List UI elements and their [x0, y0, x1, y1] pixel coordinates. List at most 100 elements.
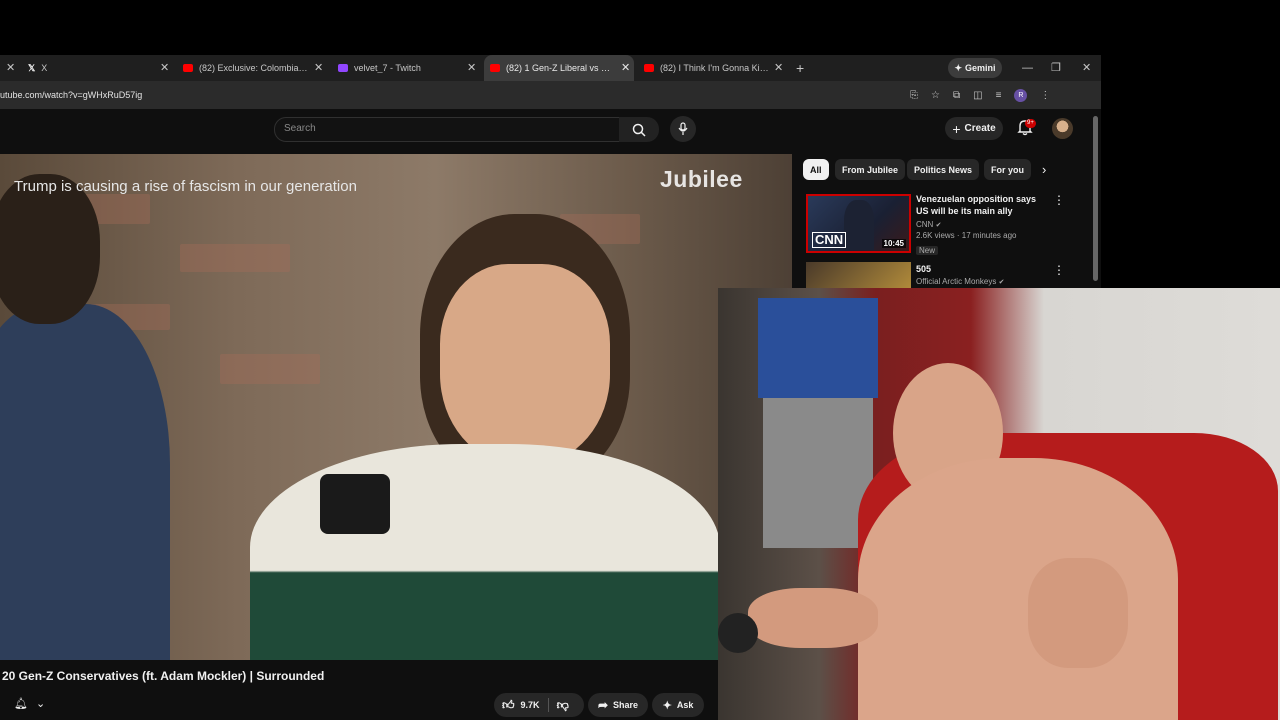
tab-youtube-kill[interactable]: (82) I Think I'm Gonna Kill Myse: [644, 55, 769, 81]
ask-button[interactable]: ✦ Ask: [652, 693, 704, 717]
create-button[interactable]: + Create: [945, 117, 1003, 140]
chevron-down-icon: ⌄: [35, 698, 46, 710]
browser-toolbar-icons: ⎘ ☆ ⧉ ◫ ≡ R ⋮: [910, 81, 1050, 109]
media-controls-icon[interactable]: ≡: [996, 90, 1002, 101]
thumbs-up-icon[interactable]: 👍︎: [502, 698, 515, 713]
like-count[interactable]: 9.7K: [521, 700, 540, 710]
chip-all[interactable]: All: [803, 159, 829, 180]
tab-twitch[interactable]: velvet_7 - Twitch: [338, 55, 463, 81]
divider: [547, 698, 549, 712]
youtube-favicon-icon: [644, 64, 654, 72]
tab-label: (82) 1 Gen-Z Liberal vs 20 Gen: [506, 63, 612, 73]
chip-politics-news[interactable]: Politics News: [907, 159, 980, 180]
search-button[interactable]: [619, 117, 659, 142]
person-face: [440, 264, 610, 464]
recommendation-thumbnail[interactable]: [806, 262, 911, 288]
recommendation-title[interactable]: 505: [916, 263, 1048, 275]
verified-icon: ✔: [998, 279, 1005, 286]
youtube-favicon-icon: [490, 64, 500, 72]
background-brick: [220, 354, 320, 384]
tab-bar: ✕ 𝕏 X ✕ (82) Exclusive: Colombian presi …: [0, 55, 1101, 81]
search-placeholder: Search: [284, 123, 316, 134]
url-text[interactable]: utube.com/watch?v=gWHxRuD57ig: [0, 81, 142, 109]
fridge-shape: [763, 398, 873, 548]
anchor-figure: [844, 200, 874, 250]
close-window-icon[interactable]: ✕: [1082, 55, 1091, 81]
close-tab-icon[interactable]: ✕: [314, 55, 323, 81]
install-app-icon[interactable]: ⎘: [910, 90, 918, 101]
share-label: Share: [613, 700, 639, 710]
search-input[interactable]: Search: [274, 117, 620, 142]
thumbs-down-icon[interactable]: 👎︎: [557, 698, 569, 713]
tab-active-genz[interactable]: (82) 1 Gen-Z Liberal vs 20 Gen: [484, 55, 634, 81]
gemini-spark-icon: ✦: [954, 62, 963, 73]
close-tab-icon[interactable]: ✕: [467, 55, 476, 81]
side-panel-icon[interactable]: ◫: [973, 90, 982, 101]
profile-avatar[interactable]: R: [1014, 88, 1028, 102]
foreground-person-head: [0, 174, 100, 324]
notification-badge: 9+: [1025, 119, 1036, 128]
twitch-favicon-icon: [338, 64, 348, 72]
subscription-bell[interactable]: 🔔︎ ⌄: [14, 697, 45, 710]
recommendation-thumbnail[interactable]: CNN 10:45: [806, 194, 911, 253]
x-logo-icon: 𝕏: [28, 62, 36, 73]
channel-row: Official Arctic Monkeys ✔: [916, 277, 1048, 286]
streamer-hand-left: [748, 588, 878, 648]
boxes-shape: [758, 298, 878, 398]
youtube-favicon-icon: [183, 64, 193, 72]
account-avatar[interactable]: [1052, 118, 1073, 139]
bell-icon: 🔔︎: [14, 698, 28, 710]
close-tab-icon[interactable]: ✕: [160, 55, 169, 81]
ask-label: Ask: [676, 700, 694, 710]
tab-x[interactable]: 𝕏 X: [28, 55, 158, 81]
tab-label: (82) Exclusive: Colombian presi: [199, 63, 308, 73]
foreground-person: [0, 304, 170, 660]
cnn-logo: CNN: [812, 232, 847, 248]
channel-name[interactable]: Official Arctic Monkeys: [916, 277, 996, 286]
restore-window-icon[interactable]: ❐: [1051, 55, 1061, 81]
video-caption: Trump is causing a rise of fascism in ou…: [14, 178, 357, 195]
tab-youtube-colombian[interactable]: (82) Exclusive: Colombian presi: [183, 55, 308, 81]
bookmark-star-icon[interactable]: ☆: [931, 90, 940, 101]
share-button[interactable]: ➦ Share: [588, 693, 648, 717]
like-dislike-group: 👍︎ 9.7K 👎︎: [494, 693, 584, 717]
views-time: 2.6K views · 17 minutes ago: [916, 231, 1017, 240]
recommendation-info[interactable]: Venezuelan opposition says US will be it…: [916, 193, 1048, 258]
microphone-shape: [320, 474, 390, 534]
video-title: 20 Gen-Z Conservatives (ft. Adam Mockler…: [2, 669, 325, 683]
chip-from-jubilee[interactable]: From Jubilee: [835, 159, 906, 180]
plus-icon: +: [952, 120, 961, 137]
new-badge: New: [916, 246, 939, 255]
streamer-body: [858, 458, 1178, 720]
browser-menu-icon[interactable]: ⋮: [1040, 90, 1050, 101]
streamer-hand-right: [1028, 558, 1128, 668]
create-label: Create: [964, 123, 996, 134]
close-tab-icon[interactable]: ✕: [774, 55, 783, 81]
more-options-icon[interactable]: ⋮: [1053, 263, 1065, 277]
new-tab-icon[interactable]: +: [796, 55, 804, 81]
chip-for-you[interactable]: For you: [984, 159, 1031, 180]
page-scrollbar[interactable]: [1093, 116, 1098, 281]
video-player[interactable]: [0, 154, 792, 660]
channel-name[interactable]: CNN: [916, 220, 933, 229]
verified-icon: ✔: [935, 222, 942, 229]
close-tab-icon[interactable]: ✕: [6, 55, 15, 81]
voice-search-button[interactable]: [670, 116, 696, 142]
jubilee-watermark: Jubilee: [660, 166, 743, 192]
gemini-label: Gemini: [965, 63, 996, 73]
share-arrow-icon: ➦: [597, 698, 609, 712]
gemini-button[interactable]: ✦ Gemini: [948, 58, 1002, 78]
close-tab-icon[interactable]: ✕: [621, 55, 630, 81]
search-icon: [632, 123, 646, 137]
webcam-overlay: [718, 288, 1280, 720]
video-duration: 10:45: [881, 239, 906, 248]
more-options-icon[interactable]: ⋮: [1053, 193, 1065, 207]
background-brick: [180, 244, 290, 272]
sparkle-icon: ✦: [662, 699, 672, 712]
chevron-right-icon[interactable]: ›: [1042, 162, 1046, 177]
extensions-icon[interactable]: ⧉: [953, 90, 960, 101]
recommendation-info[interactable]: 505 Official Arctic Monkeys ✔: [916, 263, 1048, 286]
tab-label: X: [41, 63, 48, 73]
minimize-icon[interactable]: —: [1022, 55, 1033, 81]
recommendation-title[interactable]: Venezuelan opposition says US will be it…: [916, 193, 1048, 217]
